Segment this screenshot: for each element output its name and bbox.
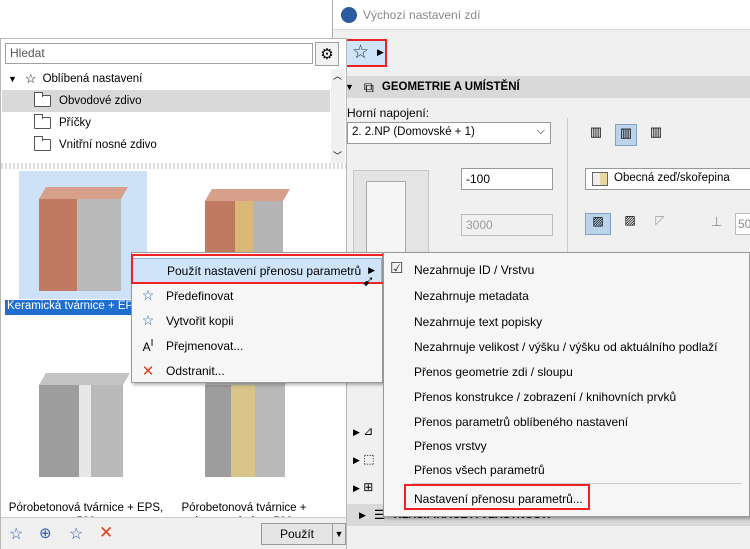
- section-geometry-label: GEOMETRIE A UMÍSTĚNÍ: [381, 81, 520, 93]
- submenu-item[interactable]: Nezahrnuje metadata: [414, 284, 529, 308]
- top-offset-field[interactable]: -100: [461, 168, 553, 190]
- folder-icon: [34, 136, 51, 151]
- chevron-down-icon: ▼: [8, 74, 17, 84]
- delete-icon: ✕: [141, 362, 155, 380]
- partial-height-field[interactable]: 50: [735, 213, 750, 235]
- tree-root-favorites[interactable]: ▼ ☆ Oblíbená nastavení: [2, 68, 330, 90]
- submenu-item[interactable]: Přenos vrstvy: [414, 434, 487, 458]
- mouse-cursor-icon: ➹: [362, 273, 375, 290]
- top-link-label: Horní napojení:: [347, 106, 430, 120]
- profile-icon: ◸: [655, 213, 665, 227]
- section-geometry[interactable]: ▼ ⧉ GEOMETRIE A UMÍSTĚNÍ: [339, 76, 750, 98]
- triangle-right-icon: ▶: [377, 47, 384, 57]
- slant-hatch-icon: ▨: [624, 213, 636, 227]
- palette-toolbar: ☆ ⊕ ☆ ✕ Použít ▼: [1, 517, 346, 549]
- window-title: Výchozí nastavení zdí: [363, 8, 481, 22]
- favorite-thumbnail[interactable]: [19, 359, 147, 489]
- label-icon: ⊞: [363, 480, 374, 494]
- apply-button[interactable]: Použít: [261, 523, 333, 545]
- menu-item-redefine[interactable]: ☆ Předefinovat: [132, 283, 382, 308]
- geometry-icon: ⧉: [363, 78, 374, 95]
- hatch-profile-button[interactable]: ◸: [647, 213, 673, 235]
- tree-scrollbar[interactable]: ︿ ﹀: [331, 69, 345, 164]
- favorite-thumbnail[interactable]: [19, 171, 147, 299]
- tree-folder-item[interactable]: Obvodové zdivo: [2, 90, 330, 112]
- submenu-item[interactable]: Přenos geometrie zdi / sloupu: [414, 360, 573, 384]
- wall-ref-center-button[interactable]: ▥: [615, 124, 637, 146]
- app-icon: [341, 7, 357, 23]
- favorites-button[interactable]: ☆ ▶: [345, 39, 387, 67]
- scroll-down-icon: ﹀: [333, 151, 343, 161]
- title-bar: Výchozí nastavení zdí: [333, 0, 750, 30]
- submenu-item[interactable]: Nezahrnuje text popisky: [414, 310, 542, 334]
- submenu-item[interactable]: Nezahrnuje velikost / výšku / výšku od a…: [414, 335, 718, 359]
- folder-label: Obvodové zdivo: [59, 95, 142, 107]
- collapsed-row-2[interactable]: ▶ ⬚: [353, 452, 383, 472]
- copy-star-icon: ☆: [141, 312, 155, 328]
- menu-item-duplicate[interactable]: ☆ Vytvořit kopii: [132, 308, 382, 333]
- wall-height-field[interactable]: 3000: [461, 214, 553, 236]
- triangle-right-icon: ▶: [353, 483, 360, 493]
- wall-ref-left-icon: ▥: [589, 124, 603, 139]
- chevron-down-icon: ▼: [334, 529, 344, 539]
- wall-ref-center-icon: ▥: [619, 125, 633, 140]
- redefine-favorite-icon[interactable]: ☆: [69, 524, 83, 544]
- submenu-item[interactable]: Přenos všech parametrů: [414, 458, 545, 482]
- rename-icon: AI: [142, 337, 154, 354]
- top-link-select[interactable]: 2. 2.NP (Domovské + 1) ⌵: [347, 122, 551, 144]
- highlight-box-menu-item: [131, 254, 385, 284]
- wall-ref-right-icon: ▥: [649, 124, 663, 139]
- add-folder-icon[interactable]: ⊕: [39, 524, 52, 542]
- apply-options-button[interactable]: ▼: [332, 523, 346, 545]
- hatch-fill-button[interactable]: ▨: [585, 213, 611, 235]
- favorites-folder-icon: ☆: [24, 71, 37, 86]
- favorite-label-selected[interactable]: Keramická tvárnice + EPS: [5, 300, 141, 315]
- menu-item-rename[interactable]: AI Přejmenovat...: [132, 333, 382, 358]
- wall-ref-left-button[interactable]: ▥: [585, 124, 607, 146]
- chevron-down-icon: ⌵: [536, 125, 545, 137]
- star-icon: ☆: [352, 42, 370, 63]
- structure-select[interactable]: Obecná zeď/skořepina: [585, 168, 750, 190]
- wall-preview-graphic: [353, 170, 429, 261]
- redefine-star-icon: ☆: [141, 287, 155, 303]
- folder-label: Příčky: [59, 117, 91, 129]
- floor-plan-icon: ⊿: [363, 424, 374, 438]
- submenu-item[interactable]: Přenos parametrů oblíbeného nastavení: [414, 410, 628, 434]
- triangle-right-icon: ▶: [353, 455, 360, 465]
- scroll-up-icon: ︿: [333, 71, 343, 81]
- wall-ref-right-button[interactable]: ▥: [645, 124, 667, 146]
- collapsed-row-1[interactable]: ▶ ⊿: [353, 424, 383, 444]
- tree-folder-item[interactable]: Příčky: [2, 112, 330, 134]
- folder-icon: [34, 92, 51, 107]
- settings-gear-button[interactable]: ⚙: [315, 42, 339, 66]
- folder-icon: [34, 114, 51, 129]
- search-input[interactable]: Hledat: [5, 43, 313, 64]
- hatch-icon: ▨: [592, 214, 604, 228]
- folder-label: Vnitřní nosné zdivo: [59, 139, 157, 151]
- triangle-right-icon: ▶: [359, 509, 366, 520]
- delete-icon[interactable]: ✕: [99, 523, 113, 543]
- structure-value: Obecná zeď/skořepina: [614, 172, 730, 184]
- submenu-item[interactable]: Nezahrnuje ID / Vrstvu: [414, 258, 534, 282]
- triangle-right-icon: ▶: [353, 427, 360, 437]
- submenu-item[interactable]: Přenos konstrukce / zobrazení / knihovní…: [414, 385, 676, 409]
- model-icon: ⬚: [363, 452, 375, 466]
- collapsed-row-3[interactable]: ▶ ⊞: [353, 480, 383, 500]
- favorites-label: Oblíbená nastavení: [42, 73, 143, 85]
- top-link-value: 2. 2.NP (Domovské + 1): [352, 126, 475, 138]
- wall-structure-icon: [592, 172, 608, 186]
- add-favorite-icon[interactable]: ☆: [9, 524, 23, 544]
- hatch-slant-button[interactable]: ▨: [617, 213, 643, 235]
- tree-folder-item[interactable]: Vnitřní nosné zdivo: [2, 134, 330, 156]
- transfer-submenu: ☑ Nezahrnuje ID / Vrstvu Nezahrnuje meta…: [383, 252, 750, 517]
- checkmark-icon: ☑: [390, 260, 404, 277]
- menu-item-delete[interactable]: ✕ Odstranit...: [132, 358, 382, 383]
- highlight-box-settings-item: [404, 484, 590, 510]
- partial-height-icon: ⊥: [711, 214, 723, 229]
- gear-icon: ⚙: [320, 46, 334, 63]
